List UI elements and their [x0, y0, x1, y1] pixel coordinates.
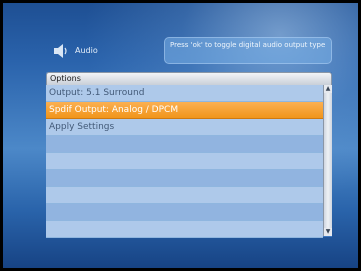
list-item [46, 187, 323, 204]
option-label: Spdif Output: Analog / DPCM [49, 105, 179, 115]
options-panel: Options Output: 5.1 Surround Spdif Outpu… [46, 72, 332, 238]
speaker-icon [54, 44, 67, 58]
scroll-down-arrow-icon[interactable]: ▼ [324, 228, 332, 236]
section-title: Audio [75, 46, 98, 55]
list-item [46, 136, 323, 153]
options-header: Options [46, 72, 332, 86]
option-output[interactable]: Output: 5.1 Surround [46, 85, 323, 102]
hint-box: Press 'ok' to toggle digital audio outpu… [164, 37, 332, 64]
option-spdif-output[interactable]: Spdif Output: Analog / DPCM [46, 102, 323, 119]
hint-text: Press 'ok' to toggle digital audio outpu… [170, 41, 326, 49]
list-item [46, 170, 323, 187]
option-apply-settings[interactable]: Apply Settings [46, 119, 323, 136]
option-label: Output: 5.1 Surround [49, 88, 145, 98]
scrollbar[interactable]: ▲ ▼ [323, 85, 332, 236]
list-item [46, 221, 323, 238]
options-list: Output: 5.1 Surround Spdif Output: Analo… [46, 85, 323, 238]
option-label: Apply Settings [49, 122, 115, 132]
list-item [46, 153, 323, 170]
list-item [46, 204, 323, 221]
options-header-label: Options [50, 74, 81, 83]
screen: Audio Press 'ok' to toggle digital audio… [3, 3, 358, 268]
scroll-up-arrow-icon[interactable]: ▲ [324, 85, 332, 93]
